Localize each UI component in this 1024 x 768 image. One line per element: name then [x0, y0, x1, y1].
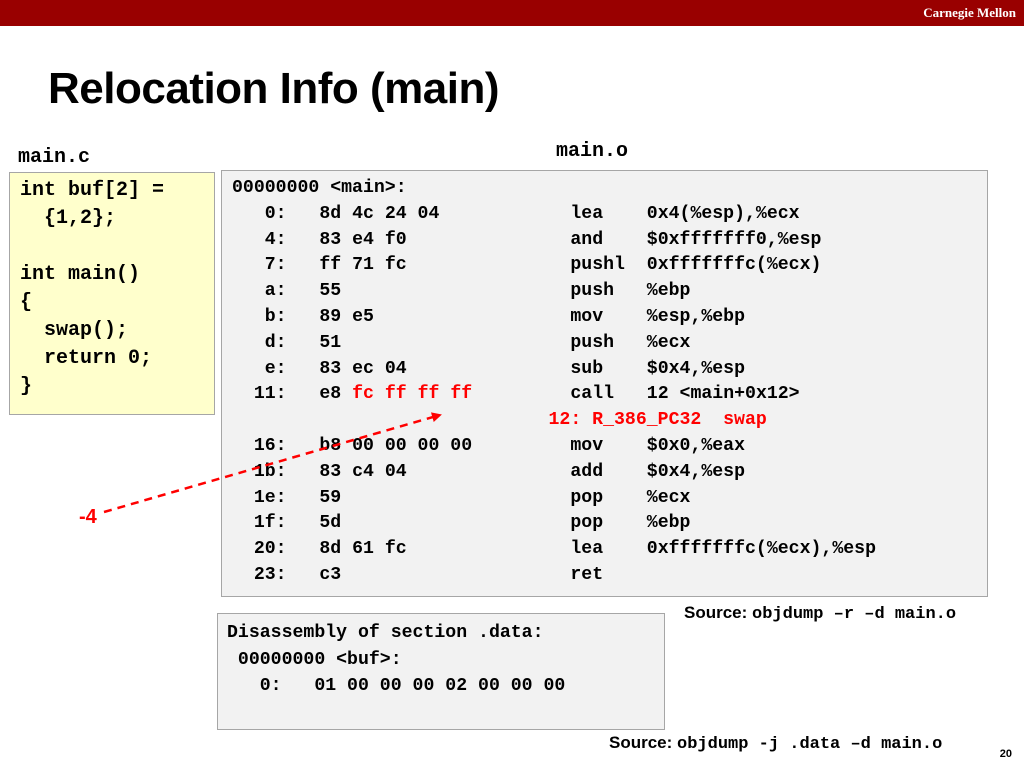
arrow-line [103, 412, 442, 514]
relocation-arrow [103, 412, 442, 514]
page-number: 20 [999, 748, 1012, 760]
